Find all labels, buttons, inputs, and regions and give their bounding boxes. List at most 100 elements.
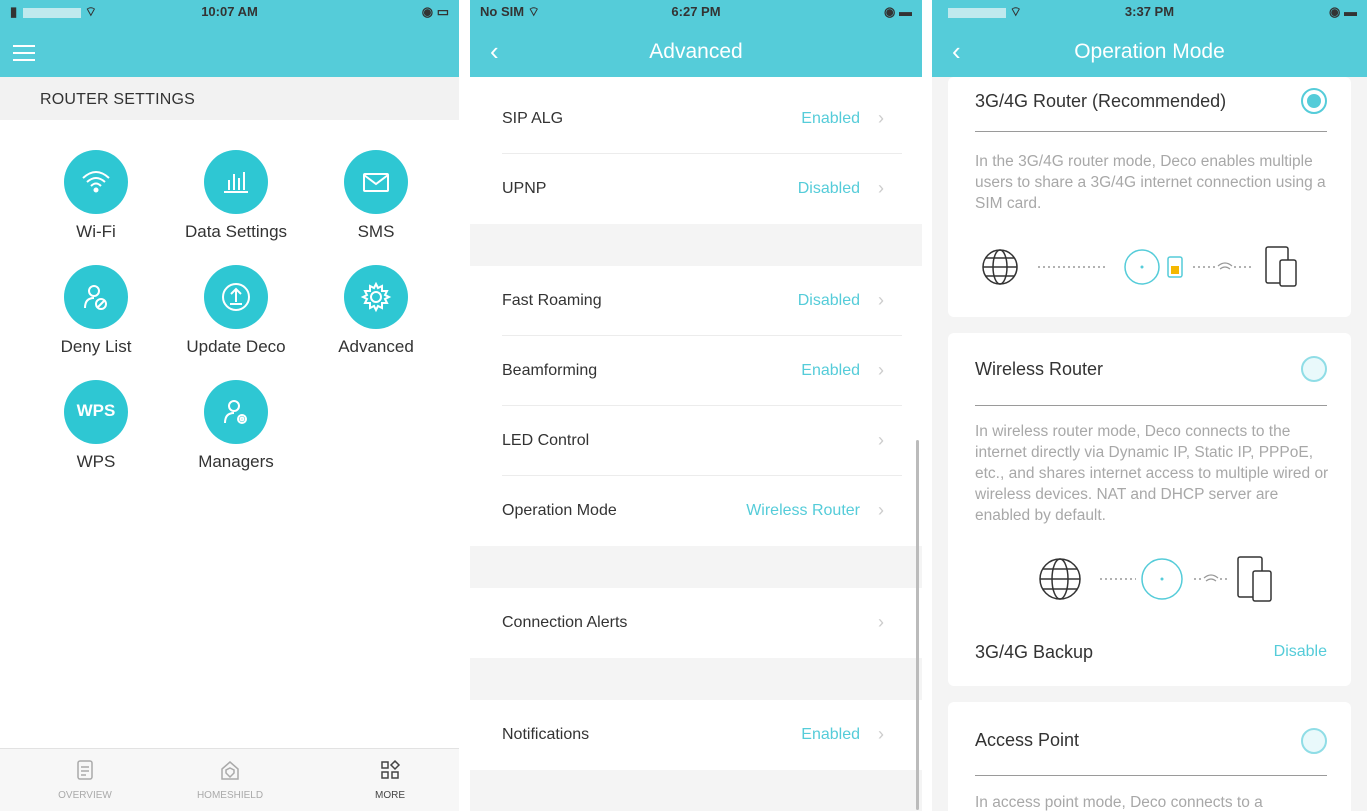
tab-more[interactable]: MORE: [330, 759, 450, 801]
row-connection-alerts[interactable]: Connection Alerts ›: [470, 588, 922, 658]
row-label: Notifications: [502, 726, 590, 743]
nav-bar: ‹ Advanced: [470, 24, 922, 77]
bar-chart-icon: [204, 150, 268, 214]
scrollbar[interactable]: [916, 440, 919, 810]
row-value: Enabled: [801, 726, 860, 743]
router-diagram: [982, 246, 1297, 287]
wifi-icon: [1203, 574, 1219, 582]
row-label: UPNP: [502, 180, 547, 197]
tile-update-deco[interactable]: Update Deco: [171, 265, 301, 357]
mode-card-access-point[interactable]: Access Point In access point mode, Deco …: [948, 702, 1351, 811]
row-label: Beamforming: [502, 362, 598, 379]
document-icon: [77, 760, 93, 780]
tile-sms[interactable]: SMS: [311, 150, 441, 242]
chevron-right-icon: ›: [878, 290, 884, 310]
mode-title: Access Point: [975, 730, 1080, 750]
router-diagram: [1039, 556, 1272, 602]
status-time: 3:37 PM: [1124, 4, 1175, 19]
user-gear-icon: [204, 380, 268, 444]
wifi-icon: [1217, 262, 1233, 270]
tile-managers[interactable]: Managers: [171, 380, 301, 472]
settings-list: SIP ALG Enabled › UPNP Disabled › Fast R…: [470, 84, 922, 811]
row-label: Operation Mode: [502, 502, 617, 519]
row-value: Disabled: [797, 180, 860, 197]
battery-icon: ◉ ▬: [1329, 4, 1357, 19]
tab-label: OVERVIEW: [58, 790, 112, 801]
user-block-icon: [64, 265, 128, 329]
tile-label: Wi-Fi: [76, 222, 116, 241]
mode-description: In the 3G/4G router mode, Deco enables m…: [975, 153, 1326, 212]
tile-wifi[interactable]: Wi-Fi: [31, 150, 161, 242]
battery-icon: ◉ ▬: [884, 4, 912, 19]
nav-bar: ‹ Operation Mode: [932, 24, 1367, 77]
menu-icon[interactable]: [13, 45, 35, 61]
row-upnp[interactable]: UPNP Disabled ›: [470, 154, 922, 224]
mode-title: Wireless Router: [975, 359, 1104, 379]
tile-deny-list[interactable]: Deny List: [31, 265, 161, 357]
battery-icon: ◉ ▭: [421, 4, 449, 19]
globe-icon: [982, 249, 1018, 285]
status-bar: ▮ ⌔ 10:07 AM ◉ ▭: [0, 0, 459, 24]
advanced-screen: No SIM ⌔ 6:27 PM ◉ ▬ ‹ Advanced SIP ALG …: [470, 0, 922, 811]
radio-unselected[interactable]: [1301, 356, 1327, 382]
section-header: ROUTER SETTINGS: [0, 77, 459, 120]
row-label: Connection Alerts: [502, 614, 628, 631]
row-sip-alg[interactable]: SIP ALG Enabled ›: [470, 84, 922, 154]
chevron-right-icon: ›: [878, 178, 884, 198]
row-operation-mode[interactable]: Operation Mode Wireless Router ›: [470, 476, 922, 546]
router-settings-screen: ▮ ⌔ 10:07 AM ◉ ▭ ROUTER SETTINGS Wi-Fi D…: [0, 0, 459, 811]
tab-bar: OVERVIEW HOMESHIELD MORE: [0, 748, 459, 811]
row-value: Enabled: [801, 110, 860, 127]
tab-homeshield[interactable]: HOMESHIELD: [170, 759, 290, 801]
tile-label: Update Deco: [186, 337, 286, 356]
chevron-right-icon: ›: [878, 612, 884, 632]
row-label: SIP ALG: [502, 110, 564, 127]
section-gap: [470, 658, 922, 700]
tile-wps[interactable]: WPS WPS: [31, 380, 161, 472]
gear-icon: [344, 265, 408, 329]
section-gap: [470, 546, 922, 588]
page-title: Operation Mode: [1074, 40, 1225, 63]
operation-mode-screen: ⌔ 3:37 PM ◉ ▬ ‹ Operation Mode 3G/4G Rou…: [932, 0, 1367, 811]
wifi-icon: [64, 150, 128, 214]
nav-bar: [0, 24, 459, 77]
mode-description: In wireless router mode, Deco connects t…: [975, 423, 1329, 524]
status-time: 6:27 PM: [671, 4, 721, 19]
devices-icon: [1265, 246, 1297, 287]
backup-label: 3G/4G Backup: [975, 642, 1094, 662]
status-time: 10:07 AM: [201, 4, 258, 19]
upload-icon: [204, 265, 268, 329]
page-title: Advanced: [649, 40, 743, 63]
row-value: Enabled: [801, 362, 860, 379]
chevron-right-icon: ›: [878, 430, 884, 450]
tab-label: MORE: [375, 790, 405, 801]
tile-label: Managers: [198, 452, 274, 471]
row-value: Wireless Router: [746, 502, 860, 519]
chevron-right-icon: ›: [878, 108, 884, 128]
radio-unselected[interactable]: [1301, 728, 1327, 754]
chevron-right-icon: ›: [878, 724, 884, 744]
grid-icon: [381, 759, 401, 779]
tile-advanced[interactable]: Advanced: [311, 265, 441, 357]
radio-selected[interactable]: [1301, 88, 1327, 114]
tile-label: Deny List: [60, 337, 132, 356]
mode-card-3g4g-router[interactable]: 3G/4G Router (Recommended) In the 3G/4G …: [948, 77, 1351, 317]
tile-data-settings[interactable]: Data Settings: [171, 150, 301, 242]
backup-toggle-link[interactable]: Disable: [1274, 643, 1327, 661]
row-beamforming[interactable]: Beamforming Enabled ›: [470, 336, 922, 406]
tile-label: SMS: [357, 222, 395, 241]
section-gap: [470, 224, 922, 266]
chevron-right-icon: ›: [878, 500, 884, 520]
tile-label: WPS: [76, 452, 116, 471]
tab-label: HOMESHIELD: [196, 790, 264, 801]
tile-label: Data Settings: [184, 222, 288, 241]
row-led-control[interactable]: LED Control ›: [470, 406, 922, 476]
tab-overview[interactable]: OVERVIEW: [25, 759, 145, 801]
row-notifications[interactable]: Notifications Enabled ›: [470, 700, 922, 770]
section-gap: [470, 770, 922, 811]
mode-card-wireless-router[interactable]: Wireless Router In wireless router mode,…: [948, 333, 1351, 686]
envelope-icon: [344, 150, 408, 214]
status-bar: No SIM ⌔ 6:27 PM ◉ ▬: [470, 0, 922, 24]
row-fast-roaming[interactable]: Fast Roaming Disabled ›: [470, 266, 922, 336]
chevron-right-icon: ›: [878, 360, 884, 380]
